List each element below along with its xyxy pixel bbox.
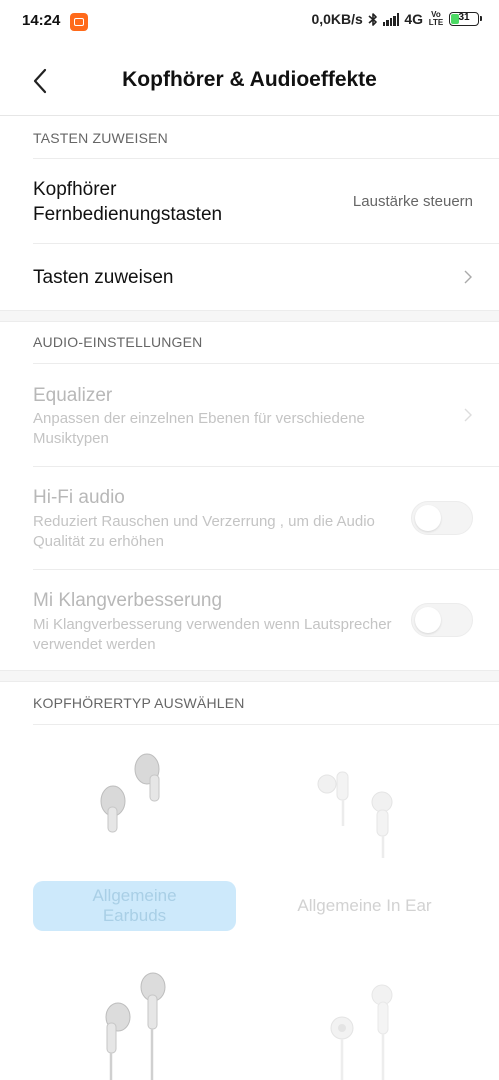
toggle-knob [415,607,441,633]
volte-indicator: Vo LTE [428,11,444,27]
section-header-audio: AUDIO-EINSTELLUNGEN [0,320,499,364]
app-notification-icon [70,13,88,31]
chevron-right-icon [464,270,472,284]
row-assign-title: Tasten zuweisen [33,267,174,288]
volte-line2: LTE [428,18,444,27]
row-hifi-audio: Hi-Fi audio Reduziert Rauschen und Verze… [0,467,499,569]
signal-icon [382,12,400,26]
bluetooth-icon [368,12,377,26]
toggle-knob [415,505,441,531]
page-header: Kopfhörer & Audioeffekte [0,44,499,116]
row-remote-buttons[interactable]: Kopfhörer Fernbedienungstasten Laustärke… [0,159,499,243]
row-remote-value: Laustärke steuern [352,193,473,210]
earbuds-illustration[interactable] [90,745,180,860]
row-mi-title: Mi Klangverbesserung [33,590,223,611]
row-remote-title-line2: Fernbedienungstasten [33,204,223,225]
hifi-toggle[interactable] [411,501,473,535]
network-type: 4G [404,11,423,27]
row-mi-subtitle: Mi Klangverbesserung verwenden wenn Laut… [33,616,392,653]
section-header-tasten: TASTEN ZUWEISEN [0,116,499,160]
earphones-illustration[interactable] [90,965,190,1080]
divider [33,724,499,725]
chevron-right-icon [464,408,472,422]
network-speed: 0,0KB/s [311,11,363,27]
row-equalizer-title: Equalizer [33,385,113,406]
type-button-in-ear[interactable]: Allgemeine In Ear [263,881,466,931]
row-equalizer-subtitle: Anpassen der einzelnen Ebenen für versch… [33,410,365,447]
in-ear-illustration[interactable] [305,760,405,860]
type-button-earbuds[interactable]: Allgemeine Earbuds [33,881,236,931]
type-button-label: Allgemeine Earbuds [92,886,177,925]
section-header-label: TASTEN ZUWEISEN [33,130,168,146]
status-time: 14:24 [22,12,61,29]
row-remote-title-line1: Kopfhörer [33,179,117,200]
section-header-label: AUDIO-EINSTELLUNGEN [33,334,203,350]
battery-icon: 31 [449,12,482,26]
battery-level: 31 [458,12,470,23]
row-equalizer[interactable]: Equalizer Anpassen der einzelnen Ebenen … [0,364,499,466]
in-ear-mic-illustration[interactable] [320,980,410,1080]
row-mi-sound: Mi Klangverbesserung Mi Klangverbesserun… [0,570,499,670]
type-button-label: Allgemeine In Ear [297,896,432,915]
status-bar: 14:24 0,0KB/s 4G Vo LTE 31 [0,0,499,44]
status-icons: 0,0KB/s 4G Vo LTE 31 [311,11,482,27]
page-title: Kopfhörer & Audioeffekte [122,68,377,91]
section-header-label: KOPFHÖRERTYP AUSWÄHLEN [33,695,245,711]
mi-sound-toggle[interactable] [411,603,473,637]
row-hifi-title: Hi-Fi audio [33,487,125,508]
row-hifi-subtitle: Reduziert Rauschen und Verzerrung , um d… [33,513,375,550]
section-header-headphone-type: KOPFHÖRERTYP AUSWÄHLEN [0,681,499,725]
row-assign-buttons[interactable]: Tasten zuweisen [0,244,499,310]
